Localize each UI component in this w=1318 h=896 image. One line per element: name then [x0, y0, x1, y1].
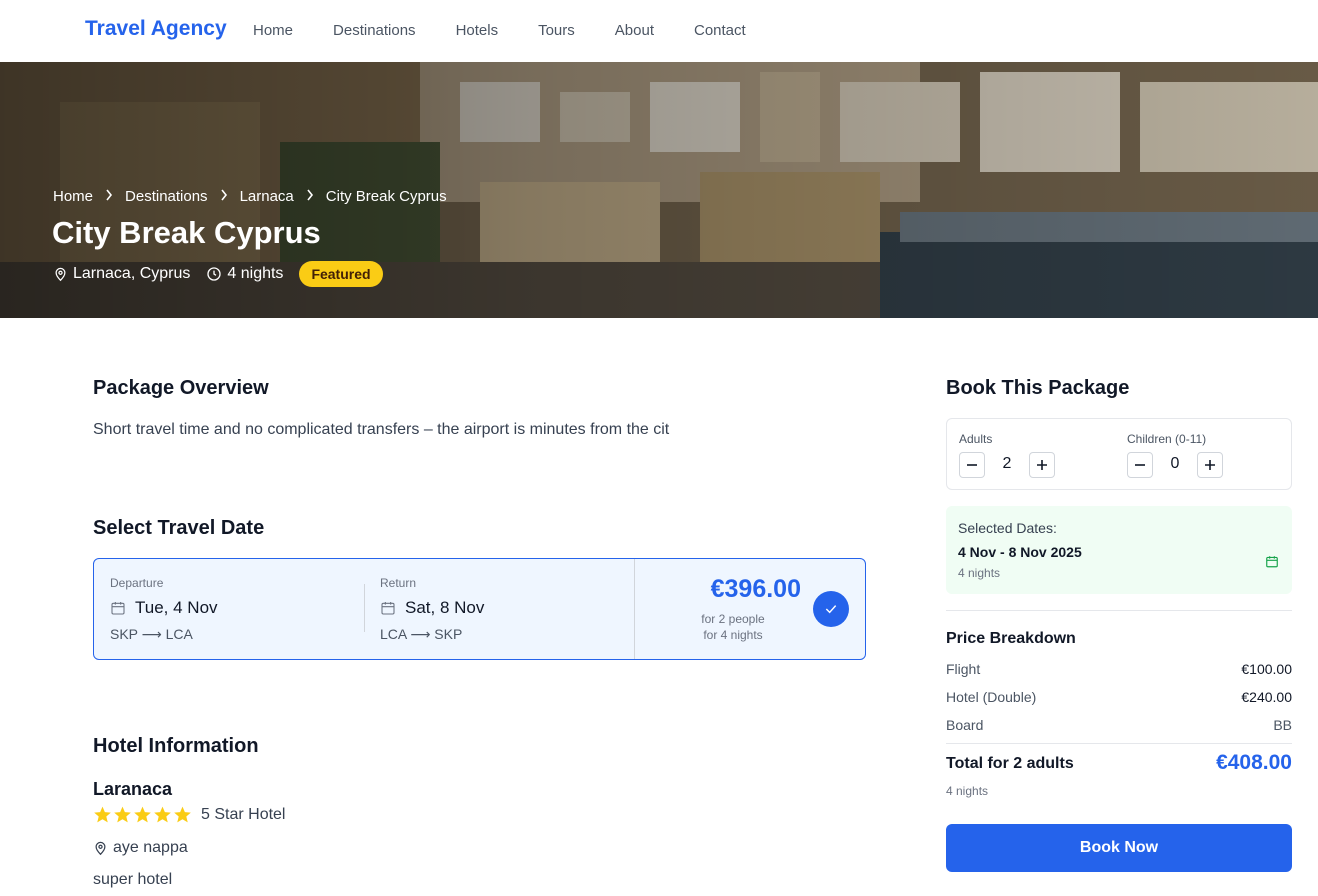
- plus-icon: [1205, 460, 1215, 470]
- total-nights: 4 nights: [946, 784, 989, 798]
- star-icon: [114, 806, 131, 823]
- date-price: €396.00: [710, 575, 801, 603]
- price-divider: [634, 559, 635, 659]
- total-label: Total for 2 adults: [946, 755, 1074, 772]
- featured-badge: Featured: [299, 261, 383, 287]
- selected-dates-value: 4 Nov - 8 Nov 2025: [958, 544, 1082, 560]
- departure-route: SKP ⟶ LCA: [110, 626, 193, 642]
- selected-check-icon: [813, 591, 849, 627]
- calendar-icon: [1265, 554, 1279, 574]
- breadcrumb-home[interactable]: Home: [53, 188, 93, 205]
- price-row-board: Board BB: [946, 717, 1292, 733]
- booking-title: Book This Package: [946, 377, 1130, 399]
- hotel-price-value: €240.00: [1241, 689, 1292, 705]
- return-date: Sat, 8 Nov: [380, 598, 484, 618]
- star-icon: [134, 806, 151, 823]
- children-label: Children (0-11): [1127, 432, 1207, 446]
- hero-duration: 4 nights: [206, 265, 283, 283]
- board-value: BB: [1273, 717, 1292, 733]
- nav-link-about[interactable]: About: [615, 22, 654, 39]
- children-increment-button[interactable]: [1197, 452, 1223, 478]
- hero-meta: Larnaca, Cyprus 4 nights Featured: [53, 261, 383, 287]
- chevron-right-icon: [220, 189, 228, 204]
- travel-date-title: Select Travel Date: [93, 517, 265, 539]
- hotel-price-label: Hotel (Double): [946, 689, 1037, 705]
- selected-dates-panel: Selected Dates: 4 Nov - 8 Nov 2025 4 nig…: [946, 506, 1292, 594]
- return-date-text: Sat, 8 Nov: [405, 598, 485, 617]
- departure-label: Departure: [110, 576, 164, 590]
- hero-location: Larnaca, Cyprus: [53, 265, 190, 283]
- adults-increment-button[interactable]: [1029, 452, 1055, 478]
- map-pin-icon: [55, 267, 66, 282]
- breadcrumb-destinations[interactable]: Destinations: [125, 188, 208, 205]
- departure-date-text: Tue, 4 Nov: [135, 598, 218, 617]
- selected-dates-label: Selected Dates:: [958, 520, 1057, 536]
- map-pin-icon: [95, 841, 106, 856]
- total-value: €408.00: [1216, 751, 1292, 774]
- breadcrumb: Home Destinations Larnaca City Break Cyp…: [53, 188, 447, 205]
- hotel-location: aye nappa: [93, 839, 188, 857]
- top-nav: Travel Agency Home Destinations Hotels T…: [0, 0, 1318, 62]
- hotel-stars: 5 Star Hotel: [93, 805, 285, 824]
- children-decrement-button[interactable]: [1127, 452, 1153, 478]
- adults-value: 2: [1002, 455, 1012, 472]
- hotel-description: super hotel: [93, 871, 173, 888]
- star-icon: [154, 806, 171, 823]
- price-row-hotel: Hotel (Double) €240.00: [946, 689, 1292, 705]
- minus-icon: [967, 464, 977, 466]
- hero-banner: Home Destinations Larnaca City Break Cyp…: [0, 62, 1318, 318]
- page-title: City Break Cyprus: [52, 215, 321, 250]
- passenger-selector: Adults 2 Children (0-11) 0: [946, 418, 1292, 490]
- flight-label: Flight: [946, 661, 981, 677]
- hotel-info-title: Hotel Information: [93, 735, 259, 757]
- calendar-icon: [111, 602, 125, 615]
- nav-link-home[interactable]: Home: [253, 22, 293, 39]
- hero-location-text: Larnaca, Cyprus: [73, 265, 191, 282]
- star-icon: [174, 806, 191, 823]
- divider: [946, 743, 1292, 744]
- board-label: Board: [946, 717, 984, 733]
- plus-icon: [1037, 460, 1047, 470]
- chevron-right-icon: [306, 189, 314, 204]
- nav-link-destinations[interactable]: Destinations: [333, 22, 416, 39]
- star-icon: [94, 806, 111, 823]
- return-route: LCA ⟶ SKP: [380, 626, 463, 642]
- chevron-right-icon: [105, 189, 113, 204]
- clock-icon: [207, 267, 222, 281]
- flight-value: €100.00: [1241, 661, 1292, 677]
- breadcrumb-current: City Break Cyprus: [325, 188, 447, 205]
- brand-logo[interactable]: Travel Agency: [85, 17, 227, 41]
- departure-date: Tue, 4 Nov: [110, 598, 218, 618]
- overview-title: Package Overview: [93, 377, 269, 399]
- selected-dates-nights: 4 nights: [958, 566, 1001, 580]
- price-breakdown-title: Price Breakdown: [946, 630, 1076, 647]
- nav-link-hotels[interactable]: Hotels: [456, 22, 499, 39]
- date-price-nights: for 4 nights: [703, 628, 763, 642]
- calendar-icon: [381, 602, 395, 615]
- travel-date-option[interactable]: Departure Tue, 4 Nov SKP ⟶ LCA Return Sa…: [93, 558, 866, 660]
- nav-links: Home Destinations Hotels Tours About Con…: [253, 22, 786, 39]
- date-price-people: for 2 people: [701, 612, 765, 626]
- adults-decrement-button[interactable]: [959, 452, 985, 478]
- children-value: 0: [1170, 455, 1180, 472]
- minus-icon: [1135, 464, 1145, 466]
- return-label: Return: [380, 576, 417, 590]
- nav-link-contact[interactable]: Contact: [694, 22, 746, 39]
- overview-text: Short travel time and no complicated tra…: [93, 421, 670, 438]
- hero-duration-text: 4 nights: [227, 265, 284, 282]
- price-row-flight: Flight €100.00: [946, 661, 1292, 677]
- breadcrumb-larnaca[interactable]: Larnaca: [240, 188, 294, 205]
- star-rating-text: 5 Star Hotel: [201, 805, 286, 823]
- book-now-button[interactable]: Book Now: [946, 824, 1292, 872]
- adults-label: Adults: [959, 432, 993, 446]
- divider: [946, 610, 1292, 611]
- nav-link-tours[interactable]: Tours: [538, 22, 575, 39]
- hotel-location-text: aye nappa: [113, 839, 188, 856]
- hotel-name: Laranaca: [93, 779, 173, 799]
- date-divider: [364, 584, 365, 632]
